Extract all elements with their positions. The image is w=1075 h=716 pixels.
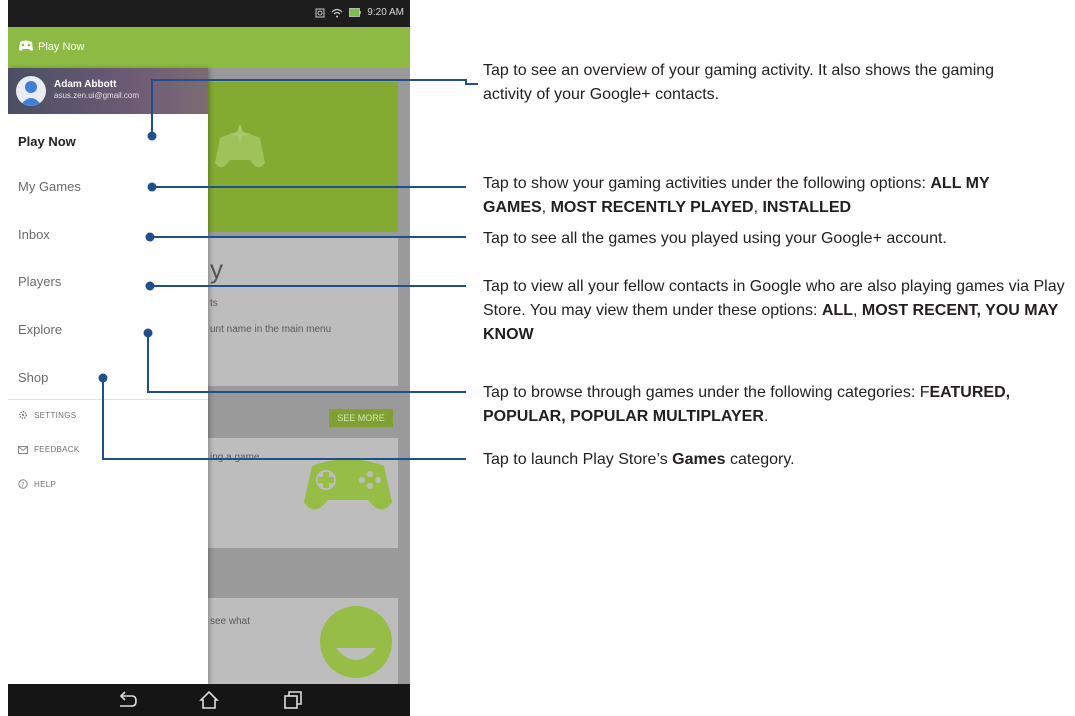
callout-explore: Tap to browse through games under the fo… bbox=[483, 381, 1053, 429]
callout-text: Tap to browse through games under the fo… bbox=[483, 384, 930, 401]
callout-my-games: Tap to show your gaming activities under… bbox=[483, 172, 1053, 220]
callout-line-play-now bbox=[151, 79, 478, 136]
callout-text: category. bbox=[725, 451, 795, 468]
callout-line-explore bbox=[147, 333, 466, 393]
callout-emphasis: MOST RECENTLY PLAYED bbox=[550, 199, 754, 216]
callout-dot-shop bbox=[98, 373, 108, 383]
callout-text: Tap to launch Play Store’s bbox=[483, 451, 673, 468]
callout-text: , bbox=[541, 199, 551, 216]
callout-inbox: Tap to see all the games you played usin… bbox=[483, 227, 1073, 251]
callout-shop: Tap to launch Play Store’s Games categor… bbox=[483, 448, 1053, 472]
callout-emphasis: INSTALLED bbox=[762, 199, 852, 216]
callout-dot-my-games bbox=[147, 182, 157, 192]
callout-text: Tap to see an overview of your gaming ac… bbox=[483, 62, 995, 103]
callout-lines bbox=[98, 79, 478, 460]
callout-dot-play-now bbox=[147, 131, 157, 141]
callout-dot-inbox bbox=[145, 232, 155, 242]
callout-players: Tap to view all your fellow contacts in … bbox=[483, 275, 1073, 347]
callout-dot-explore bbox=[143, 328, 153, 338]
callout-line-shop bbox=[102, 378, 466, 460]
callout-text: . bbox=[763, 408, 769, 425]
callout-emphasis: ALL bbox=[821, 302, 853, 319]
callout-text: , bbox=[852, 302, 862, 319]
callout-text: Tap to show your gaming activities under… bbox=[483, 175, 931, 192]
callout-play-now: Tap to see an overview of your gaming ac… bbox=[483, 59, 1043, 107]
callout-text: Tap to see all the games you played usin… bbox=[483, 230, 947, 247]
callout-dot-players bbox=[145, 281, 155, 291]
callout-emphasis: Games bbox=[672, 451, 726, 468]
